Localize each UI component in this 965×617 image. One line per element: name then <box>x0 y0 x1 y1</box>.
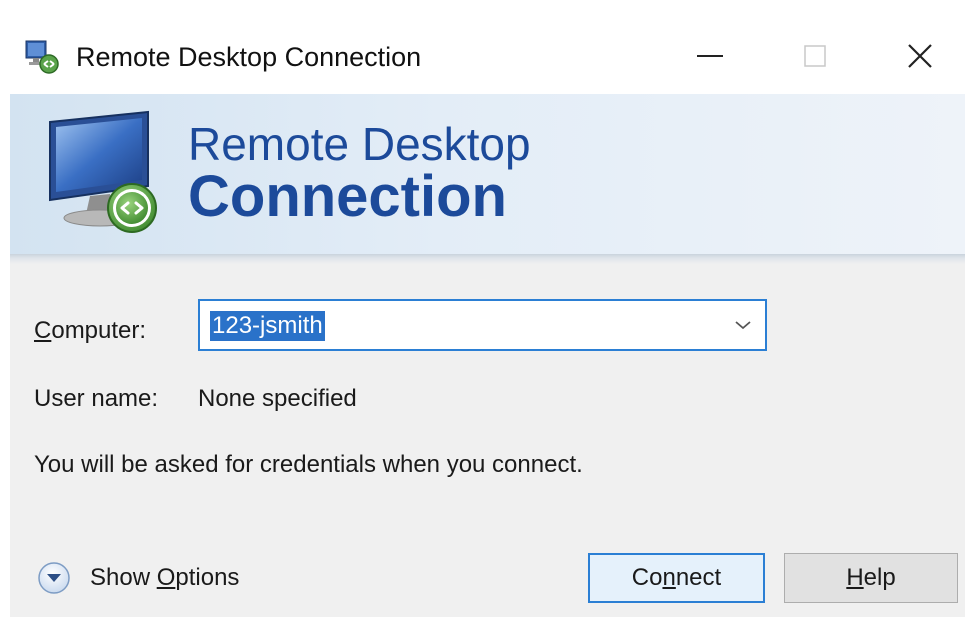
combobox-dropdown-button[interactable] <box>729 313 757 337</box>
close-icon <box>908 44 932 68</box>
close-button[interactable] <box>875 20 965 92</box>
maximize-icon <box>804 45 826 67</box>
expand-circle-icon <box>38 562 70 594</box>
show-options-toggle[interactable]: Show Options <box>34 556 274 600</box>
connect-accesskey: n <box>662 564 676 591</box>
help-button[interactable]: Help <box>784 553 958 603</box>
username-value: None specified <box>198 385 357 412</box>
minimize-icon <box>697 55 723 57</box>
connect-button[interactable]: Co n nect <box>588 553 765 603</box>
window-title: Remote Desktop Connection <box>76 42 422 72</box>
username-label: User name: <box>34 385 159 412</box>
title-bar[interactable]: Remote Desktop Connection <box>0 0 965 94</box>
help-text-post: elp <box>863 564 896 591</box>
computer-combobox[interactable]: 123-jsmith <box>198 299 767 351</box>
banner-title-line2: Connection <box>188 164 507 229</box>
rdc-window: Remote Desktop Connection Remote Desktop… <box>0 0 965 617</box>
computer-label-text: omputer: <box>51 317 147 344</box>
computer-label: Computer: <box>34 316 146 346</box>
minimize-button[interactable] <box>665 20 755 92</box>
monitor-remote-icon <box>49 110 157 233</box>
show-options-accesskey: O <box>156 564 176 591</box>
show-options-text-pre: Show <box>90 564 157 591</box>
chevron-down-icon <box>735 321 751 330</box>
banner-title-line1: Remote Desktop <box>188 118 531 170</box>
show-options-label: Show Options <box>90 563 239 593</box>
help-accesskey: H <box>846 564 864 591</box>
connect-text-pre: Co <box>631 564 663 591</box>
computer-label-accesskey: C <box>34 317 52 344</box>
show-options-text-post: ptions <box>175 564 240 591</box>
connect-text-post: nect <box>675 564 722 591</box>
credentials-info: You will be asked for credentials when y… <box>34 451 583 478</box>
remote-desktop-icon <box>25 40 59 74</box>
banner-divider <box>10 254 965 264</box>
maximize-button[interactable] <box>770 20 860 92</box>
computer-input-value[interactable]: 123-jsmith <box>210 311 325 341</box>
